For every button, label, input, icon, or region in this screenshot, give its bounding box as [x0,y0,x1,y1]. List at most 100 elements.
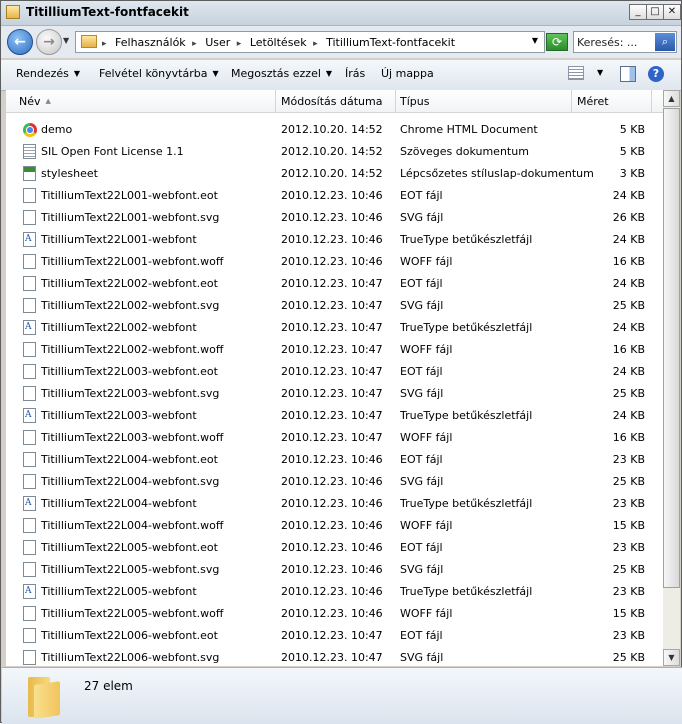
chevron-down-icon[interactable]: ▼ [532,36,538,45]
title-bar[interactable]: TitilliumText-fontfacekit _ □ ✕ [1,1,681,26]
file-size: 25 KB [612,475,645,488]
file-row[interactable]: TitilliumText22L005-webfont.eot 2010.12.2… [6,537,663,559]
refresh-button[interactable]: ⟳ [546,33,568,51]
file-icon [23,628,36,643]
search-input[interactable] [577,34,651,50]
file-icon [23,540,36,555]
file-type: SVG fájl [400,299,444,312]
file-row[interactable]: TitilliumText22L002-webfont.woff 2010.12.… [6,339,663,361]
file-name: TitilliumText22L002-webfont [41,321,197,334]
chevron-down-icon: ▼ [212,69,219,78]
file-type: WOFF fájl [400,519,453,532]
file-row[interactable]: TitilliumText22L002-webfont.svg 2010.12.2… [6,295,663,317]
minimize-button[interactable]: _ [629,4,647,20]
column-divider[interactable] [651,90,652,112]
burn-button[interactable]: Írás [345,67,365,80]
column-type[interactable]: Típus [400,95,429,108]
file-date: 2010.12.23. 10:46 [281,497,383,510]
column-divider[interactable] [395,90,396,112]
font-file-icon: A [23,584,36,599]
file-row[interactable]: TitilliumText22L003-webfont.eot 2010.12.2… [6,361,663,383]
breadcrumb-item[interactable]: Letöltések [250,36,307,49]
forward-button[interactable]: → [36,29,62,55]
chevron-down-icon[interactable]: ▼ [597,68,603,77]
file-icon [23,342,36,357]
back-button[interactable]: ← [7,29,33,55]
file-type: Chrome HTML Document [400,123,538,136]
address-field[interactable]: ▸ Felhasználók ▸ User ▸ Letöltések ▸ Tit… [75,31,545,53]
breadcrumb-item[interactable]: TitilliumText-fontfacekit [326,36,455,49]
scroll-down-button[interactable]: ▼ [663,649,680,666]
scrollbar-thumb[interactable] [663,108,680,588]
file-row[interactable]: A TitilliumText22L004-webfont 2010.12.23. … [6,493,663,515]
share-with-menu[interactable]: Megosztás ezzel ▼ [231,67,332,80]
file-row[interactable]: TitilliumText22L004-webfont.svg 2010.12.2… [6,471,663,493]
file-size: 25 KB [612,651,645,664]
file-row[interactable]: TitilliumText22L003-webfont.woff 2010.12.… [6,427,663,449]
file-row[interactable]: TitilliumText22L004-webfont.woff 2010.12.… [6,515,663,537]
file-date: 2010.12.23. 10:46 [281,519,383,532]
file-row[interactable]: TitilliumText22L005-webfont.svg 2010.12.2… [6,559,663,581]
scroll-up-button[interactable]: ▲ [663,90,680,107]
file-icon [23,364,36,379]
file-row[interactable]: TitilliumText22L006-webfont.svg 2010.12.2… [6,647,663,666]
file-icon [23,452,36,467]
recent-pages-chevron-down-icon[interactable]: ▼ [63,36,69,45]
file-name: TitilliumText22L002-webfont.eot [41,277,218,290]
file-row[interactable]: TitilliumText22L006-webfont.eot 2010.12.2… [6,625,663,647]
include-in-library-menu[interactable]: Felvétel könyvtárba ▼ [99,67,219,80]
chevron-right-icon[interactable]: ▸ [313,39,318,49]
file-date: 2010.12.23. 10:46 [281,607,383,620]
file-name: TitilliumText22L002-webfont.svg [41,299,220,312]
file-icon [23,650,36,665]
file-row[interactable]: TitilliumText22L002-webfont.eot 2010.12.2… [6,273,663,295]
file-row[interactable]: TitilliumText22L001-webfont.eot 2010.12.2… [6,185,663,207]
column-name[interactable]: Név ▲ [19,95,51,108]
breadcrumb-item[interactable]: Felhasználók [115,36,186,49]
file-date: 2012.10.20. 14:52 [281,167,383,180]
column-date[interactable]: Módosítás dátuma [281,95,382,108]
file-row[interactable]: A TitilliumText22L002-webfont 2010.12.23. … [6,317,663,339]
maximize-button[interactable]: □ [646,4,664,20]
address-bar: ← → ▼ ▸ Felhasználók ▸ User ▸ Letöltések… [1,26,681,58]
file-size: 24 KB [612,409,645,422]
search-icon[interactable]: ⌕ [655,33,675,51]
chevron-right-icon[interactable]: ▸ [237,39,242,49]
organize-label: Rendezés [16,67,69,80]
file-type: EOT fájl [400,629,443,642]
file-size: 23 KB [612,541,645,554]
file-row[interactable]: TitilliumText22L005-webfont.woff 2010.12.… [6,603,663,625]
column-size[interactable]: Méret [577,95,609,108]
file-row[interactable]: demo 2012.10.20. 14:52 Chrome HTML Documen… [6,119,663,141]
file-row[interactable]: TitilliumText22L001-webfont.woff 2010.12.… [6,251,663,273]
column-divider[interactable] [571,90,572,112]
file-row[interactable]: TitilliumText22L004-webfont.eot 2010.12.2… [6,449,663,471]
preview-pane-icon[interactable] [620,66,636,82]
chevron-right-icon[interactable]: ▸ [102,39,107,49]
file-icon [23,188,36,203]
file-row[interactable]: SIL Open Font License 1.1 2012.10.20. 14:… [6,141,663,163]
file-row[interactable]: stylesheet 2012.10.20. 14:52 Lépcsőzetes s… [6,163,663,185]
organize-menu[interactable]: Rendezés ▼ [16,67,80,80]
file-date: 2010.12.23. 10:46 [281,211,383,224]
file-row[interactable]: A TitilliumText22L001-webfont 2010.12.23. … [6,229,663,251]
file-size: 16 KB [612,343,645,356]
file-row[interactable]: A TitilliumText22L003-webfont 2010.12.23. … [6,405,663,427]
breadcrumb-item[interactable]: User [205,36,230,49]
file-size: 23 KB [612,629,645,642]
help-icon[interactable]: ? [648,66,664,82]
vertical-scrollbar[interactable]: ▲ ▼ [663,90,680,666]
file-size: 3 KB [619,167,645,180]
chevron-right-icon[interactable]: ▸ [192,39,197,49]
file-icon [23,386,36,401]
sort-ascending-icon: ▲ [45,97,51,105]
file-row[interactable]: A TitilliumText22L005-webfont 2010.12.23. … [6,581,663,603]
close-button[interactable]: ✕ [663,4,681,20]
column-divider[interactable] [275,90,276,112]
new-folder-button[interactable]: Új mappa [381,67,434,80]
file-row[interactable]: TitilliumText22L001-webfont.svg 2010.12.2… [6,207,663,229]
chevron-down-icon: ▼ [73,69,81,78]
file-row[interactable]: TitilliumText22L003-webfont.svg 2010.12.2… [6,383,663,405]
file-date: 2010.12.23. 10:47 [281,409,383,422]
view-details-icon[interactable] [568,66,584,80]
